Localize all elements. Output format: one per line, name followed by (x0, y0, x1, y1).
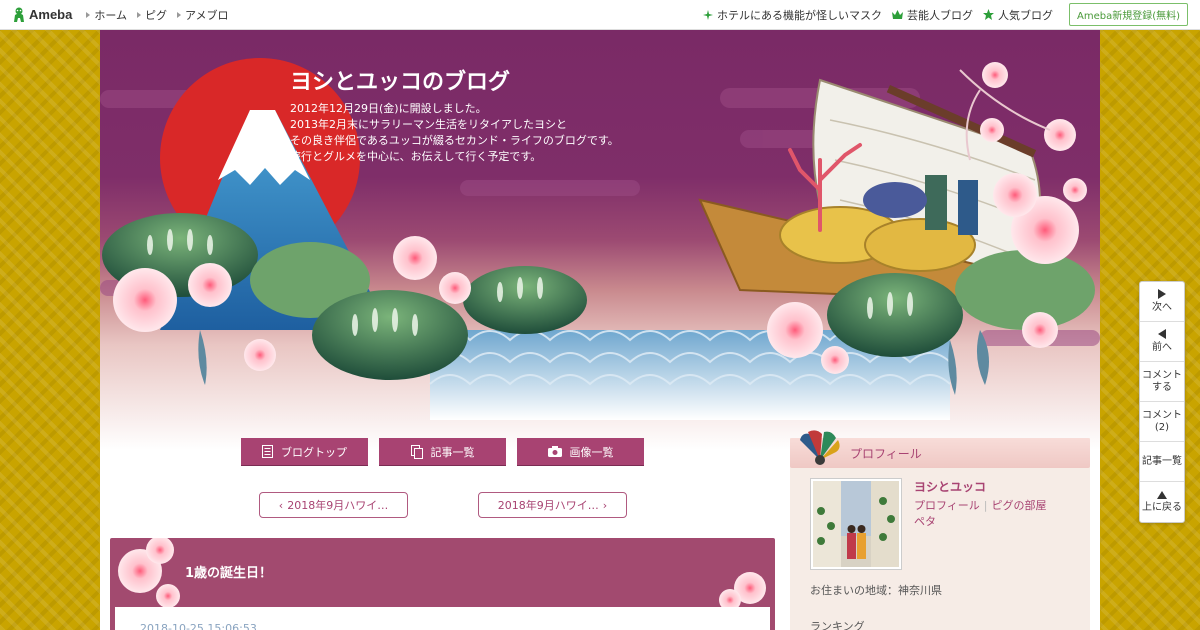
top-bar: Ameba ホーム ピグ アメブロ ホテルにある機能が怪しいマスク 芸能人ブログ… (0, 0, 1200, 30)
copy-icon (410, 444, 423, 459)
article-body: 2018-10-25 15:06:53 (115, 607, 770, 630)
document-icon (262, 445, 273, 458)
star-icon (982, 9, 994, 20)
crown-icon (891, 9, 903, 19)
article-list-button[interactable]: 記事一覧 (379, 438, 506, 465)
blog-description: 2012年12月29日(金)に開設しました。 2013年2月末にサラリーマン生活… (290, 102, 619, 163)
triangle-icon (177, 11, 182, 18)
comment-button[interactable]: コメントする (1140, 362, 1184, 402)
header-illustration (100, 58, 1100, 420)
back-to-top-button[interactable]: 上に戻る (1140, 482, 1184, 522)
profile-heading: プロフィール (850, 447, 922, 461)
article-list-side-button[interactable]: 記事一覧 (1140, 442, 1184, 482)
article-date: 2018-10-25 15:06:53 (140, 622, 257, 630)
ameba-logo[interactable]: Ameba (12, 7, 72, 23)
fan-icon (800, 430, 840, 465)
play-left-icon (1158, 329, 1166, 339)
blog-top-button[interactable]: ブログトップ (241, 438, 368, 465)
nav-popular-blog[interactable]: 人気ブログ (982, 7, 1053, 23)
divider: | (983, 499, 988, 512)
prev-article-link[interactable]: ‹ 2018年9月ハワイ… (259, 492, 408, 518)
chevron-right-icon: › (602, 498, 608, 512)
play-right-icon (1158, 289, 1166, 299)
pigg-room-link[interactable]: ピグの部屋 (992, 499, 1047, 512)
blog-title[interactable]: ヨシとユッコのブログ (290, 64, 510, 96)
blog-header: ヨシとユッコのブログ 2012年12月29日(金)に開設しました。 2013年2… (100, 30, 1100, 450)
profile-area: お住まいの地域：神奈川県 (810, 584, 942, 597)
blog-menu: ブログトップ 記事一覧 画像一覧 (241, 438, 644, 465)
ameba-logo-icon (14, 7, 24, 22)
nav-celebrity-blog[interactable]: 芸能人ブログ (891, 7, 973, 23)
article-title[interactable]: 1歳の誕生日！ (185, 562, 272, 581)
profile-name[interactable]: ヨシとユッコ (914, 478, 986, 495)
global-nav: ホーム ピグ アメブロ (86, 7, 228, 23)
promo-nav: ホテルにある機能が怪しいマスク 芸能人ブログ 人気ブログ Ameba新規登録(無… (702, 3, 1188, 26)
comment-count-button[interactable]: コメント(2) (1140, 402, 1184, 442)
ranking-heading: ランキング (810, 620, 865, 630)
nav-ameblo[interactable]: アメブロ (177, 7, 228, 23)
image-list-button[interactable]: 画像一覧 (517, 438, 644, 465)
profile-photo-image (813, 481, 899, 567)
triangle-icon (137, 11, 142, 18)
register-button[interactable]: Ameba新規登録(無料) (1068, 3, 1188, 26)
nav-hotel-mask[interactable]: ホテルにある機能が怪しいマスク (702, 7, 882, 23)
prev-button[interactable]: 前へ (1140, 322, 1184, 362)
blog-page: ヨシとユッコのブログ 2012年12月29日(金)に開設しました。 2013年2… (100, 30, 1100, 630)
logo-text: Ameba (29, 7, 73, 22)
nav-pigg[interactable]: ピグ (137, 7, 167, 23)
arrow-up-icon (1157, 490, 1167, 499)
next-button[interactable]: 次へ (1140, 282, 1184, 322)
next-article-link[interactable]: 2018年9月ハワイ… › (478, 492, 627, 518)
profile-photo[interactable] (810, 478, 902, 570)
peta-link[interactable]: ペタ (914, 515, 936, 528)
chevron-left-icon: ‹ (278, 498, 284, 512)
profile-link[interactable]: プロフィール (914, 499, 980, 512)
floating-nav: 次へ 前へ コメントする コメント(2) 記事一覧 上に戻る (1139, 281, 1185, 523)
sparkle-icon (702, 9, 713, 20)
profile-links: プロフィール | ピグの部屋 ペタ (914, 498, 1047, 530)
profile-widget: プロフィール ヨシとユッコ プロフィール | ピグの部屋 ペタ お住まいの地域：神奈… (790, 430, 1090, 630)
triangle-icon (86, 11, 91, 18)
camera-icon (547, 446, 562, 457)
profile-widget-header: プロフィール (790, 430, 1090, 468)
nav-home[interactable]: ホーム (86, 7, 127, 23)
